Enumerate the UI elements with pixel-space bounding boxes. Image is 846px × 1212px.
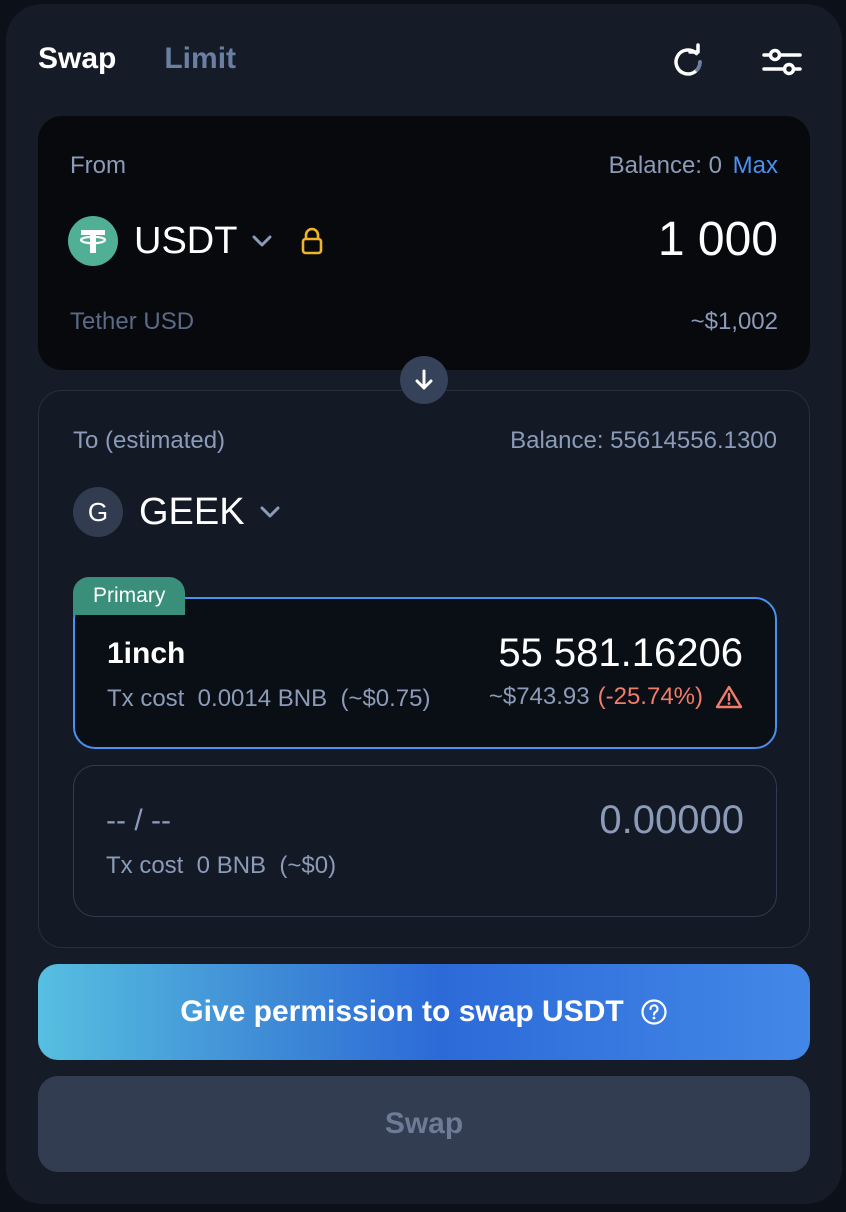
route-usd-value: ~$743.93 xyxy=(488,683,590,710)
price-impact: (-25.74%) xyxy=(597,683,703,710)
tether-icon xyxy=(68,216,118,266)
to-balance: Balance: 55614556.1300 xyxy=(510,427,777,454)
from-token-selector[interactable]: USDT xyxy=(68,216,323,266)
permission-label: Give permission to swap USDT xyxy=(180,995,624,1028)
route-name: 1inch xyxy=(107,637,186,670)
primary-badge: Primary xyxy=(73,577,186,615)
give-permission-button[interactable]: Give permission to swap USDT xyxy=(38,964,810,1060)
from-label: From xyxy=(70,152,126,179)
to-token-symbol: GEEK xyxy=(139,490,245,533)
from-token-fullname: Tether USD xyxy=(70,308,195,335)
from-amount-input[interactable]: 1 000 xyxy=(658,212,778,267)
route-tx-cost: Tx cost 0.0014 BNB (~$0.75) xyxy=(107,685,431,712)
chevron-down-icon xyxy=(259,505,281,519)
chevron-down-icon xyxy=(251,234,273,248)
from-token-symbol: USDT xyxy=(134,219,238,262)
settings-button[interactable] xyxy=(760,40,804,84)
from-balance: Balance: 0 Max xyxy=(609,152,778,180)
route-option-primary[interactable]: 1inch 55 581.16206 Tx cost 0.0014 BNB (~… xyxy=(73,597,777,749)
route-tx-cost: Tx cost 0 BNB (~$0) xyxy=(106,852,337,879)
from-balance-text: Balance: 0 xyxy=(608,152,722,179)
swap-card: Swap Limit From Balance: 0 Max USDT 1 00… xyxy=(6,4,842,1204)
tab-limit[interactable]: Limit xyxy=(164,42,236,76)
route-name: -- / -- xyxy=(106,804,171,837)
route-amount: 55 581.16206 xyxy=(498,631,743,675)
route-usd: ~$743.93 (-25.74%) xyxy=(489,683,743,711)
geek-token-icon: G xyxy=(73,487,123,537)
from-usd-value: ~$1,002 xyxy=(690,308,778,335)
to-label: To (estimated) xyxy=(73,427,226,454)
tab-swap[interactable]: Swap xyxy=(38,42,116,76)
to-token-selector[interactable]: G GEEK xyxy=(73,487,281,537)
swap-button-label: Swap xyxy=(384,1107,464,1140)
warning-icon xyxy=(715,685,743,709)
lock-icon xyxy=(301,227,323,255)
sliders-icon xyxy=(762,48,802,76)
route-option-secondary[interactable]: -- / -- 0.00000 Tx cost 0 BNB (~$0) xyxy=(73,765,777,917)
refresh-button[interactable] xyxy=(666,40,710,84)
swap-button[interactable]: Swap xyxy=(38,1076,810,1172)
arrow-down-icon xyxy=(415,369,433,390)
help-icon[interactable] xyxy=(640,998,668,1026)
to-panel: To (estimated) Balance: 55614556.1300 G … xyxy=(38,390,810,948)
swap-tabs: Swap Limit xyxy=(38,42,236,76)
from-panel: From Balance: 0 Max USDT 1 000 Tether US… xyxy=(38,116,810,370)
refresh-icon xyxy=(674,43,702,76)
max-button[interactable]: Max xyxy=(733,152,778,179)
switch-direction-button[interactable] xyxy=(400,356,448,404)
route-amount: 0.00000 xyxy=(599,798,744,842)
